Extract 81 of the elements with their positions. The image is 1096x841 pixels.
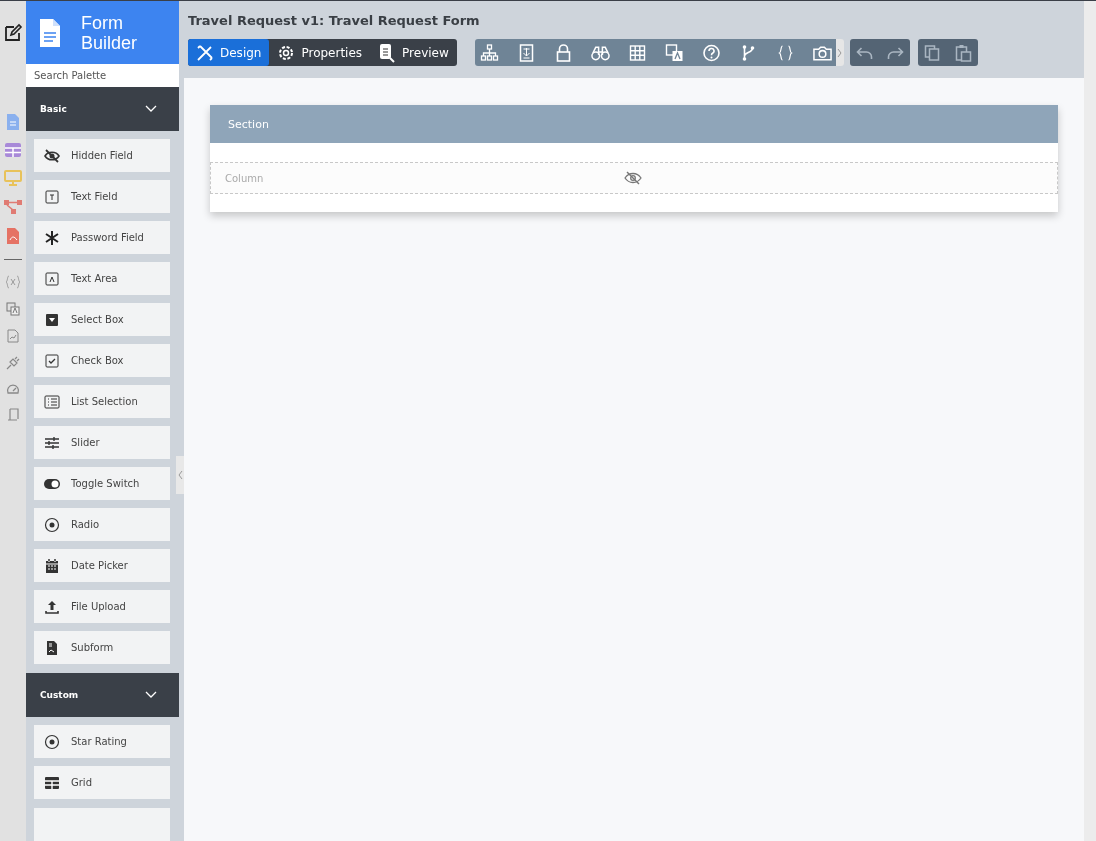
dropdown-icon — [44, 311, 60, 328]
palette-item[interactable]: Password Field — [34, 221, 170, 254]
list-icon — [44, 393, 60, 410]
paste-icon[interactable] — [953, 43, 973, 62]
item-label: Grid — [71, 777, 92, 788]
item-label: Subform — [71, 642, 114, 653]
calendar-icon — [44, 557, 60, 574]
asterisk-icon — [44, 229, 60, 246]
palette-item[interactable]: Star Rating — [34, 725, 170, 758]
chevron-left-icon — [177, 471, 183, 479]
eye-off-icon — [44, 147, 60, 164]
palette-item[interactable]: Check Box — [34, 344, 170, 377]
edit-icon[interactable] — [3, 23, 23, 43]
grid-icon — [44, 774, 60, 791]
palette-item[interactable]: File Upload — [34, 590, 170, 623]
item-label: Radio — [71, 519, 100, 530]
flowchart-icon[interactable] — [4, 199, 22, 215]
item-label: Text Area — [71, 273, 118, 284]
settings-icon — [277, 43, 296, 62]
palette-item[interactable]: Hidden Field — [34, 139, 170, 172]
form-title: Travel Request v1: Travel Request Form — [188, 13, 481, 28]
variable-icon[interactable] — [5, 275, 21, 289]
item-label: Date Picker — [71, 560, 128, 571]
tab[interactable]: Preview — [370, 39, 457, 66]
section-title: Section — [228, 117, 269, 131]
item-label: Select Box — [71, 314, 124, 325]
search-field[interactable]: Search Palette — [26, 64, 179, 87]
sliders-icon — [44, 434, 60, 451]
scroll-icon[interactable] — [7, 408, 19, 422]
text-field-icon — [44, 188, 60, 205]
item-label: File Upload — [71, 601, 126, 612]
radio-icon — [44, 516, 60, 533]
upload-icon — [44, 598, 60, 615]
palette-item[interactable]: Text Area — [34, 262, 170, 295]
item-label: Password Field — [71, 232, 144, 243]
translate-icon[interactable] — [6, 302, 20, 316]
hierarchy-icon[interactable] — [479, 43, 499, 62]
palette-item[interactable]: Grid — [34, 766, 170, 799]
scroll-right-button[interactable] — [835, 39, 844, 66]
column-label: Column — [225, 172, 265, 184]
palette-item[interactable]: Radio — [34, 508, 170, 541]
help-icon[interactable] — [701, 43, 721, 62]
palette-item[interactable]: Select Box — [34, 303, 170, 336]
item-label: Check Box — [71, 355, 124, 366]
document-icon — [44, 639, 60, 656]
tab[interactable]: Design — [188, 39, 270, 66]
group-title: Custom — [40, 690, 79, 700]
item-label: Slider — [71, 437, 100, 448]
translate-icon[interactable] — [664, 43, 684, 62]
group-title: Basic — [40, 104, 67, 114]
collapse-handle[interactable] — [176, 456, 184, 494]
item-label: Star Rating — [71, 736, 127, 747]
document-icon — [39, 17, 61, 48]
plug-icon[interactable] — [6, 356, 20, 370]
item-label: Hidden Field — [71, 150, 133, 161]
palette-item[interactable]: Slider — [34, 426, 170, 459]
gauge-icon[interactable] — [6, 383, 20, 395]
palette-item[interactable]: Subform — [34, 631, 170, 664]
chart-document-icon[interactable] — [7, 329, 19, 343]
document-search-icon — [378, 42, 397, 63]
grid-icon[interactable] — [627, 43, 647, 62]
app-title: Form Builder — [81, 12, 139, 53]
table-icon[interactable] — [5, 143, 21, 157]
item-label: List Selection — [71, 396, 138, 407]
checkbox-icon — [44, 352, 60, 369]
palette-item[interactable]: Date Picker — [34, 549, 170, 582]
document-icon[interactable] — [6, 114, 20, 130]
text-area-icon — [44, 270, 60, 287]
item-label: Text Field — [71, 191, 118, 202]
pdf-icon[interactable] — [6, 228, 20, 244]
copy-icon[interactable] — [922, 43, 942, 62]
tab[interactable]: Properties — [269, 39, 371, 66]
chevron-right-icon — [837, 48, 843, 57]
radio-icon — [44, 733, 60, 750]
eye-off-icon — [624, 171, 642, 185]
palette-item[interactable]: Text Field — [34, 180, 170, 213]
item-label: Toggle Switch — [71, 478, 140, 489]
palette-item[interactable]: Toggle Switch — [34, 467, 170, 500]
palette-item[interactable]: List Selection — [34, 385, 170, 418]
group-header[interactable]: Basic — [26, 87, 179, 131]
group-header[interactable]: Custom — [26, 673, 179, 717]
